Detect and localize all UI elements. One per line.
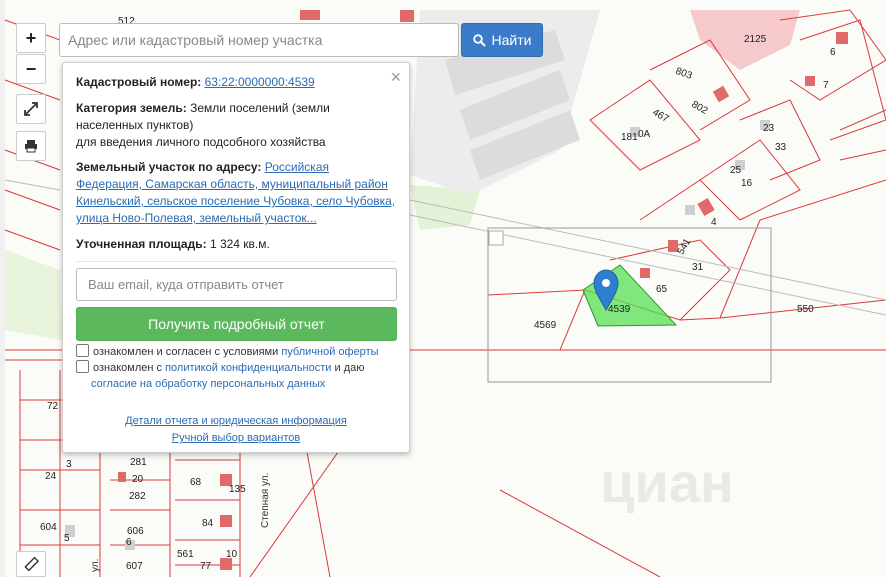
watermark-text: циан [600, 451, 734, 514]
public-offer-link[interactable]: публичной оферты [281, 346, 378, 358]
parcel-label: 6 [126, 537, 132, 548]
parcel-label: 4 [711, 217, 717, 228]
parcel-label: 84 [202, 518, 214, 529]
consent-offer-row: ознакомлен и согласен с условиями публич… [76, 344, 401, 360]
parcel-label: 604 [40, 522, 57, 533]
search-icon [472, 33, 486, 47]
expand-icon [24, 102, 38, 116]
consent-offer-text: ознакомлен и согласен с условиями [93, 346, 279, 358]
parcel-label: 561 [177, 549, 194, 560]
parcel-label: 24 [45, 471, 57, 482]
parcel-label: 4539 [608, 304, 631, 315]
cadastral-row: Кадастровый номер: 63:22:0000000:4539 [76, 74, 401, 91]
consent-privacy-text: ознакомлен с [93, 362, 163, 374]
parcel-info-popup: × Кадастровый номер: 63:22:0000000:4539 … [62, 62, 410, 453]
parcel-label: 606 [127, 526, 144, 537]
area-value: 1 324 кв.м. [209, 237, 270, 251]
consent-privacy-checkbox[interactable] [76, 360, 89, 373]
area-row: Уточненная площадь: 1 324 кв.м. [76, 236, 401, 253]
broken-image-icon [488, 230, 504, 246]
parcel-label: 33 [775, 142, 787, 153]
parcel-label: 5 [64, 533, 70, 544]
category-value: Земли поселений (земли [190, 101, 330, 115]
parcel-label: 282 [129, 491, 146, 502]
consent-privacy-row: ознакомлен с политикой конфиденциальност… [76, 360, 401, 376]
zoom-out-button[interactable]: − [16, 54, 46, 84]
parcel-label: 23 [763, 123, 775, 134]
street-label: Степная ул. [260, 473, 271, 528]
category-value: населенных пунктов) [76, 118, 194, 132]
address-row: Земельный участок по адресу: Российская [76, 159, 401, 176]
zoom-in-button[interactable]: + [16, 23, 46, 53]
report-details-link[interactable]: Детали отчета и юридическая информация [63, 415, 409, 427]
category-row: Категория земель: Земли поселений (земли [76, 100, 401, 117]
parcel-label: 16 [741, 178, 753, 189]
address-link[interactable]: Кинельский, сельское поселение Чубовка, … [76, 193, 401, 210]
area-label: Уточненная площадь: [76, 237, 207, 251]
manual-selection-link[interactable]: Ручной выбор вариантов [63, 432, 409, 444]
parcel-label: 135 [229, 484, 246, 495]
category-label: Категория земель: [76, 101, 187, 115]
cadastral-label: Кадастровый номер: [76, 75, 202, 89]
consent-offer-checkbox[interactable] [76, 344, 89, 357]
address-label: Земельный участок по адресу: [76, 160, 262, 174]
measure-button[interactable] [16, 551, 46, 577]
privacy-policy-link[interactable]: политикой конфиденциальности [165, 362, 331, 374]
parcel-label: 10 [226, 549, 238, 560]
parcel-label: 550 [797, 304, 814, 315]
address-link[interactable]: Российская [265, 160, 329, 174]
parcel-label: 65 [656, 284, 668, 295]
get-report-button[interactable]: Получить подробный отчет [76, 307, 397, 341]
email-field[interactable] [76, 268, 397, 301]
consent-personal-data-row: согласие на обработку персональных данны… [91, 376, 416, 392]
parcel-label: 181 [621, 132, 638, 143]
find-button-label: Найти [491, 32, 532, 48]
consent-privacy-mid: и даю [334, 362, 365, 374]
print-icon [25, 140, 37, 153]
parcel-label: 4569 [534, 320, 557, 331]
ruler-icon [24, 556, 39, 572]
parcel-label: 3 [66, 459, 72, 470]
cadastral-number-link[interactable]: 63:22:0000000:4539 [205, 75, 315, 89]
map-edge [0, 0, 5, 577]
address-link[interactable]: Федерация, Самарская область, муниципаль… [76, 176, 401, 193]
divider [76, 261, 397, 262]
category-value: для введения личного подсобного хозяйств… [76, 135, 326, 149]
parcel-label: 72 [47, 401, 59, 412]
parcel-label: 25 [730, 165, 742, 176]
parcel-label: 20 [132, 474, 144, 485]
parcel-label: 68 [190, 477, 202, 488]
parcel-label: 7 [823, 80, 829, 91]
personal-data-link[interactable]: согласие на обработку персональных данны… [91, 378, 325, 390]
search-input[interactable] [59, 23, 459, 57]
parcel-label: 6 [830, 47, 836, 58]
fullscreen-button[interactable] [16, 94, 46, 124]
parcel-label: 31 [692, 262, 704, 273]
print-button[interactable] [16, 131, 46, 161]
street-label: ул. [90, 559, 101, 572]
find-button[interactable]: Найти [461, 23, 543, 57]
parcel-label: 2125 [744, 34, 767, 45]
parcel-label: 0А [638, 129, 651, 140]
parcel-label: 281 [130, 457, 147, 468]
parcel-label: 607 [126, 561, 143, 572]
address-link[interactable]: улица Ново-Полевая, земельный участок... [76, 210, 401, 227]
parcel-label: 77 [200, 561, 212, 572]
